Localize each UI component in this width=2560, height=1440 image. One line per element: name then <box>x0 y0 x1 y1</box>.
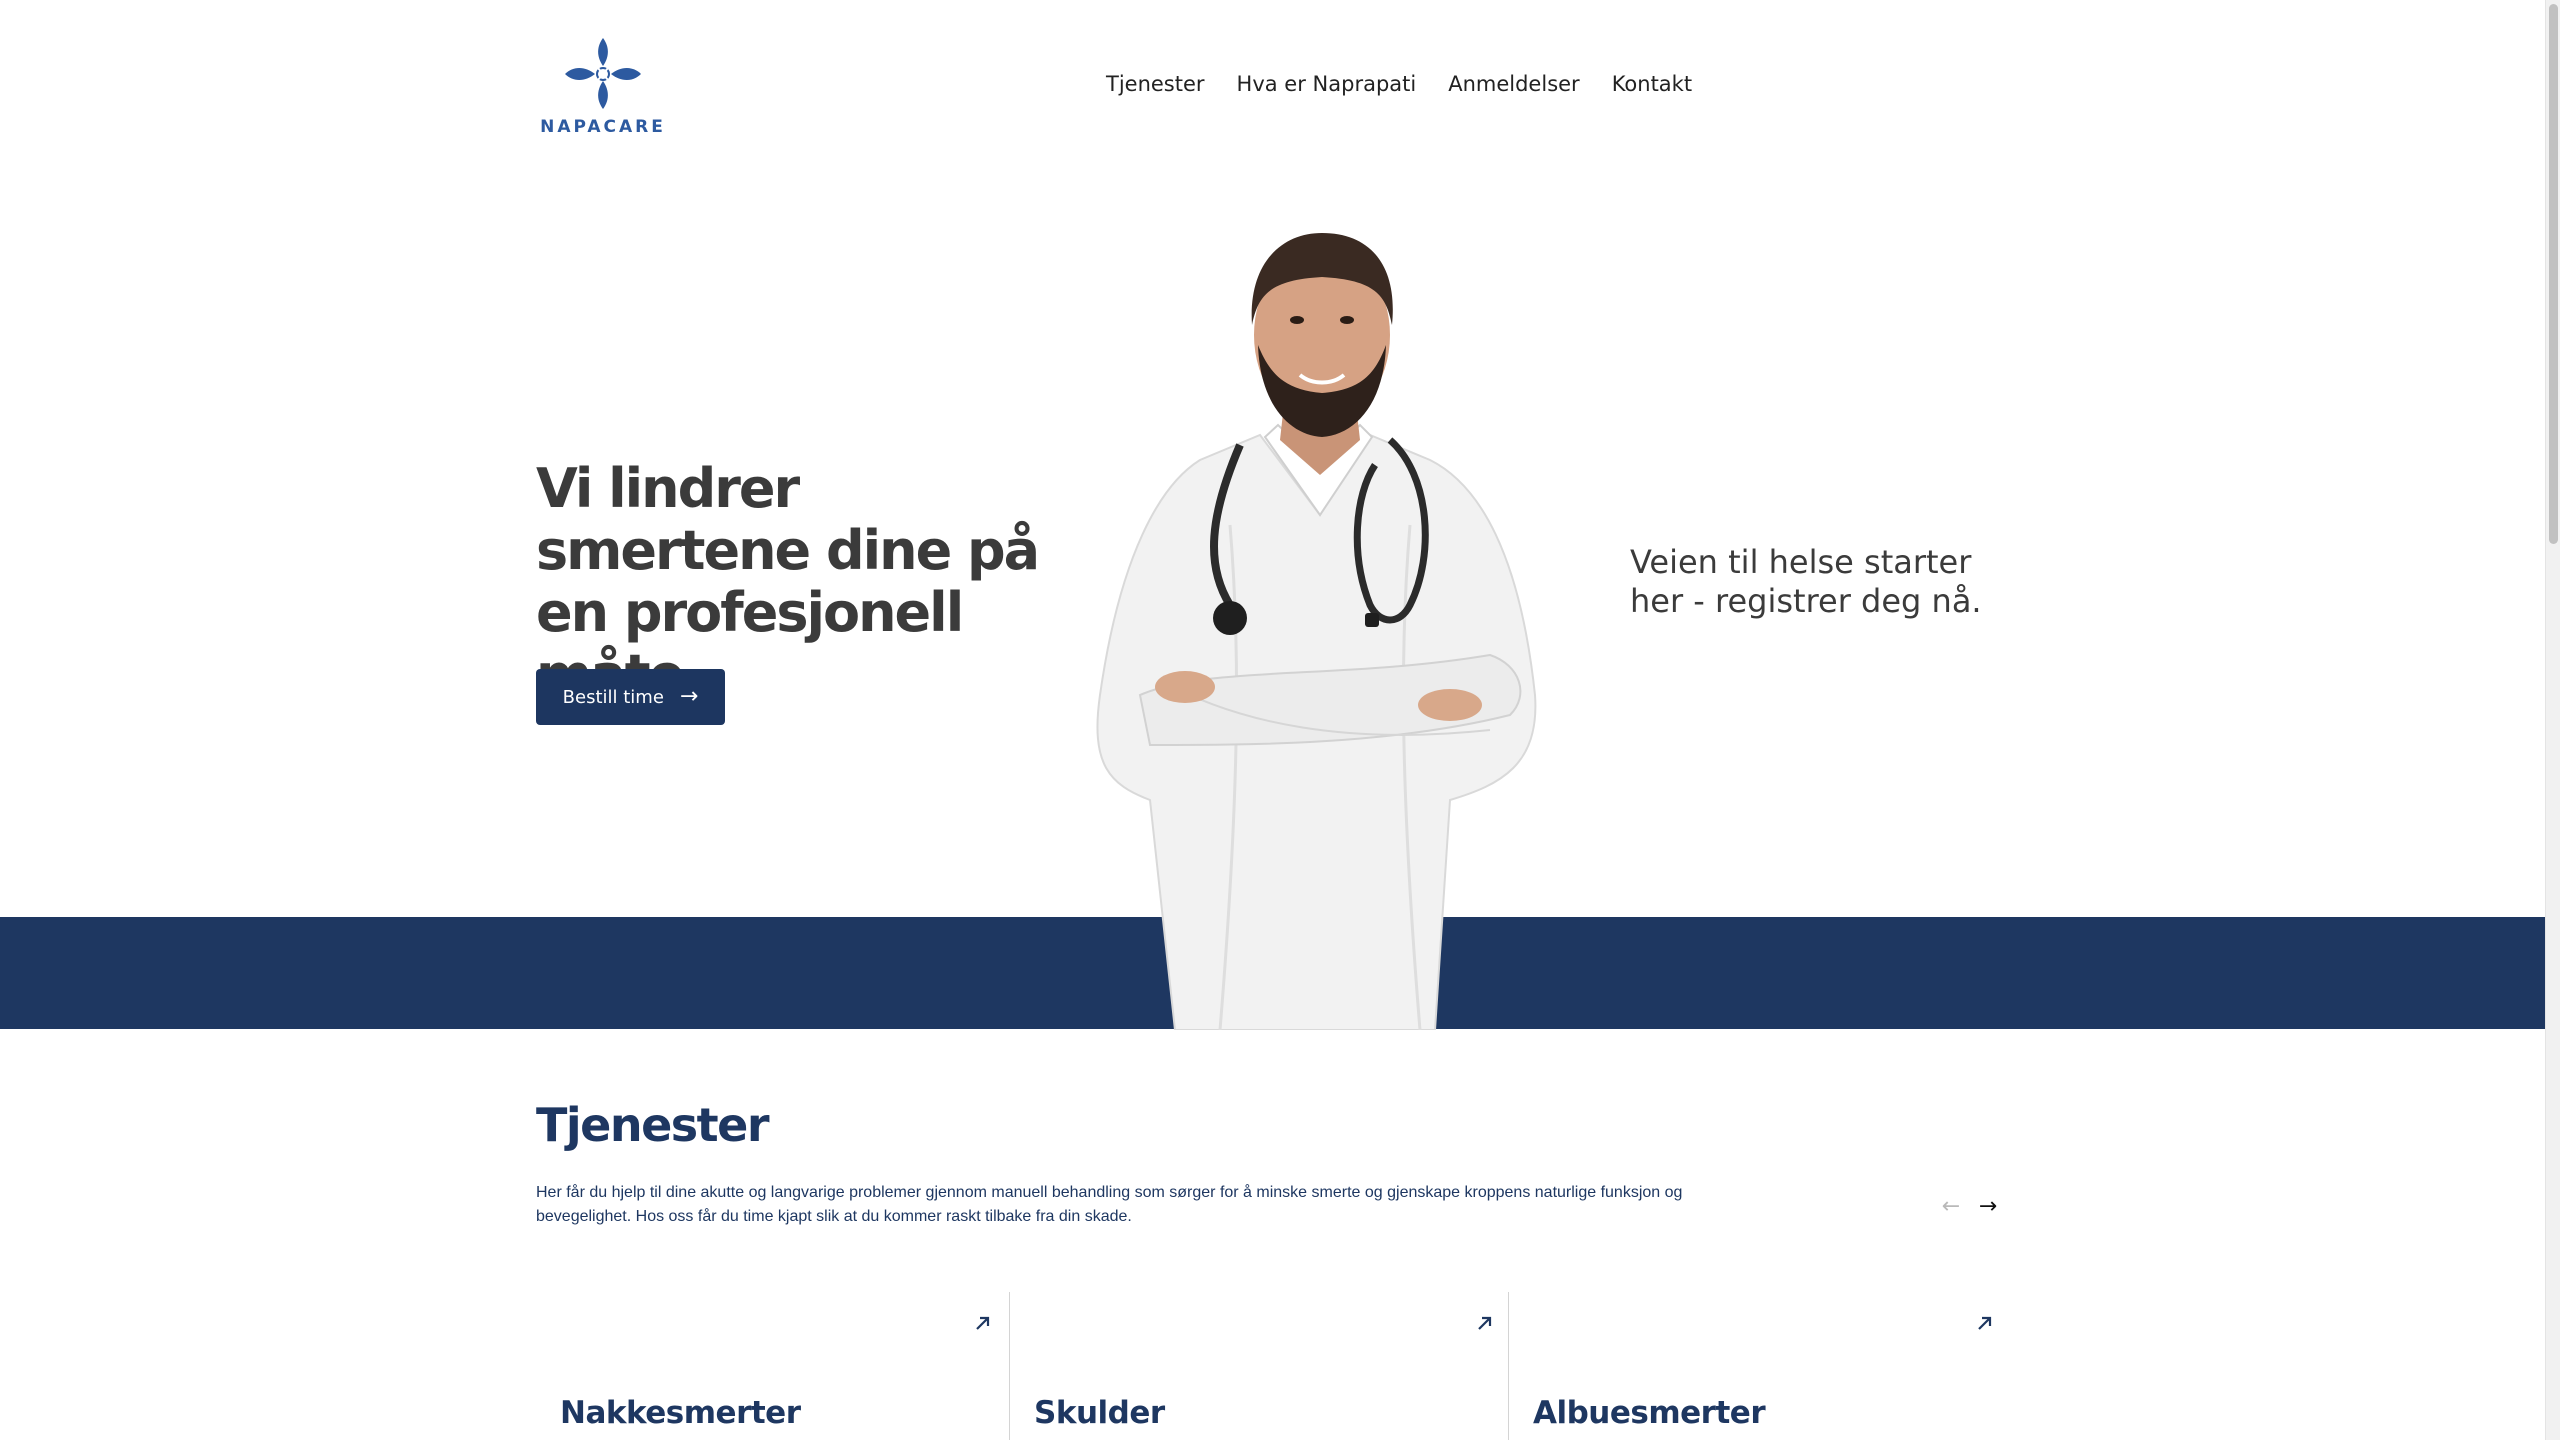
arrow-right-icon: → <box>1978 1193 1998 1219</box>
services-description: Her får du hjelp til dine akutte og lang… <box>536 1184 1683 1225</box>
logo[interactable]: NAPACARE <box>540 36 666 140</box>
service-card-title: Nakkesmerter <box>560 1395 801 1431</box>
book-appointment-button[interactable]: Bestill time → <box>536 669 725 725</box>
arrow-up-right-icon <box>1478 1316 1492 1330</box>
nav-link-anmeldelser[interactable]: Anmeldelser <box>1448 72 1579 96</box>
doctor-image <box>1096 233 1537 1030</box>
services-cards: Nakkesmerter Skulder Albuesmerter <box>536 1292 2001 1440</box>
page-scrollbar[interactable] <box>2545 0 2560 1440</box>
hero-tagline: Veien til helse starter her - registrer … <box>1630 543 1982 620</box>
arrow-left-icon: ← <box>1941 1193 1961 1219</box>
scrollbar-thumb[interactable] <box>2549 4 2558 544</box>
arrow-up-right-icon <box>1978 1316 1992 1330</box>
service-card-title: Albuesmerter <box>1533 1395 1766 1431</box>
site-header: NAPACARE Tjenester Hva er Naprapati Anme… <box>0 0 2545 170</box>
service-card-nakkesmerter[interactable]: Nakkesmerter <box>536 1292 1010 1440</box>
book-appointment-label: Bestill time <box>562 686 664 708</box>
service-card-skulder[interactable]: Skulder <box>1010 1292 1509 1440</box>
arrow-up-right-icon <box>976 1316 990 1330</box>
page: NAPACARE Tjenester Hva er Naprapati Anme… <box>0 0 2545 1440</box>
logo-wordmark: NAPACARE <box>540 117 666 137</box>
service-card-albuesmerter[interactable]: Albuesmerter <box>1509 1292 2001 1440</box>
napacare-logo-icon <box>565 38 641 109</box>
services-title: Tjenester <box>536 1098 770 1152</box>
carousel-next-button[interactable]: → <box>1974 1192 2002 1220</box>
carousel-prev-button[interactable]: ← <box>1937 1192 1965 1220</box>
nav-link-kontakt[interactable]: Kontakt <box>1612 72 1692 96</box>
arrow-right-icon: → <box>679 684 699 709</box>
service-card-title: Skulder <box>1034 1395 1165 1431</box>
nav-link-hva-er-naprapati[interactable]: Hva er Naprapati <box>1237 72 1417 96</box>
nav-link-tjenester[interactable]: Tjenester <box>1106 72 1205 96</box>
main-nav: Tjenester Hva er Naprapati Anmeldelser K… <box>1106 72 1692 96</box>
